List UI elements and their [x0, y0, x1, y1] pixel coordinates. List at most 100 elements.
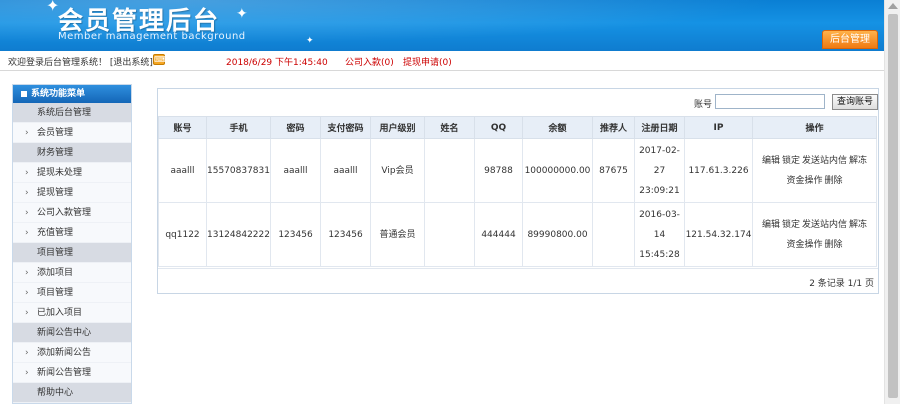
- cell-pay-password: 123456: [320, 202, 371, 267]
- cell-ip: 121.54.32.174: [684, 202, 753, 267]
- sidebar-item-member-management[interactable]: › 会员管理: [13, 123, 131, 143]
- cell-reg-date: 2016-03- 14 15:45:28: [634, 202, 685, 267]
- search-bar: 账号 查询账号: [158, 89, 878, 115]
- table-header-row: 账号 手机 密码 支付密码 用户级别 姓名 QQ 余额 推荐人 注册日期 IP …: [158, 116, 877, 139]
- pagination-bar: 2 条记录 1/1 页: [158, 268, 878, 294]
- sidebar-item-withdraw-management[interactable]: › 提现管理: [13, 183, 131, 203]
- column-header: IP: [684, 116, 753, 139]
- sidebar-item-project-management[interactable]: › 项目管理: [13, 283, 131, 303]
- sidebar-menu: 系统功能菜单 系统后台管理 › 会员管理 财务管理 › 提现未处理 › 提现管理 › 公…: [12, 84, 132, 404]
- sidebar-item-news-management[interactable]: › 新闻公告管理: [13, 363, 131, 383]
- star-icon: ✦: [306, 36, 314, 46]
- record-count: 2 条记录 1/1 页: [809, 279, 874, 289]
- cell-actions: 编辑 锁定 发送站内信 解冻 资金操作 删除: [752, 138, 877, 203]
- current-datetime: 2018/6/29 下午1:45:40: [226, 58, 328, 68]
- page-root: { "header": { "title": "会员管理后台", "subtit…: [0, 0, 900, 404]
- admin-button[interactable]: 后台管理: [822, 30, 878, 49]
- sidebar-section-project[interactable]: 项目管理: [13, 243, 131, 263]
- reg-date-part: 23:09:21: [639, 185, 680, 196]
- cell-phone: 15570837831: [206, 138, 271, 203]
- send-message-link[interactable]: 发送站内信: [802, 156, 847, 166]
- sidebar-item-joined-projects[interactable]: › 已加入项目: [13, 303, 131, 323]
- cell-password: aaalll: [270, 138, 321, 203]
- sidebar-section-finance[interactable]: 财务管理: [13, 143, 131, 163]
- cell-reg-date: 2017-02- 27 23:09:21: [634, 138, 685, 203]
- delete-link[interactable]: 删除: [825, 240, 843, 250]
- column-header: 手机: [206, 116, 271, 139]
- sidebar-item-company-deposit[interactable]: › 公司入款管理: [13, 203, 131, 223]
- reg-date-part: 14: [653, 229, 666, 240]
- table-row: qq1122 13124842222 123456 123456 普通会员 44…: [158, 202, 877, 267]
- funds-operation-link[interactable]: 资金操作: [786, 240, 822, 250]
- keyboard-icon[interactable]: ⌨: [153, 54, 166, 65]
- company-deposit-link[interactable]: 公司入款(0): [345, 55, 394, 68]
- sidebar-section-help[interactable]: 帮助中心: [13, 383, 131, 403]
- cell-level: 普通会员: [370, 202, 425, 267]
- square-icon: [21, 90, 27, 97]
- lock-link[interactable]: 锁定: [782, 156, 800, 166]
- reg-date-part: 2017-02-: [639, 145, 680, 156]
- chevron-right-icon: ›: [25, 308, 29, 318]
- chevron-right-icon: ›: [25, 288, 29, 298]
- member-table: 账号 手机 密码 支付密码 用户级别 姓名 QQ 余额 推荐人 注册日期 IP …: [158, 116, 877, 267]
- cell-password: 123456: [270, 202, 321, 267]
- chevron-right-icon: ›: [25, 268, 29, 278]
- edit-link[interactable]: 编辑: [762, 220, 780, 230]
- column-header: 余额: [522, 116, 593, 139]
- welcome-logout-text[interactable]: 欢迎登录后台管理系统！ [退出系统]: [8, 55, 153, 68]
- star-icon: ✦: [236, 6, 248, 22]
- cell-name: [424, 202, 475, 267]
- column-header: 账号: [158, 116, 207, 139]
- funds-operation-link[interactable]: 资金操作: [786, 176, 822, 186]
- cell-balance: 100000000.00: [522, 138, 593, 203]
- delete-link[interactable]: 删除: [825, 176, 843, 186]
- reg-date-part: 27: [653, 165, 666, 176]
- chevron-right-icon: ›: [25, 188, 29, 198]
- header-banner: ✦ ✦ ✦ 会员管理后台 Member management backgroun…: [0, 0, 884, 51]
- cell-referrer: 87675: [592, 138, 635, 203]
- cell-account: qq1122: [158, 202, 207, 267]
- chevron-right-icon: ›: [25, 208, 29, 218]
- scrollbar-thumb[interactable]: [888, 14, 898, 398]
- cell-phone: 13124842222: [206, 202, 271, 267]
- chevron-right-icon: ›: [25, 228, 29, 238]
- cell-name: [424, 138, 475, 203]
- sidebar-title: 系统功能菜单: [13, 85, 131, 103]
- sidebar-section-news[interactable]: 新闻公告中心: [13, 323, 131, 343]
- unfreeze-link[interactable]: 解冻: [849, 156, 867, 166]
- member-list-panel: 账号 查询账号 账号 手机 密码 支付密码 用户级别 姓名 QQ 余额 推荐人 …: [157, 88, 879, 294]
- sidebar-item-recharge-management[interactable]: › 充值管理: [13, 223, 131, 243]
- cell-ip: 117.61.3.226: [684, 138, 753, 203]
- chevron-right-icon: ›: [25, 348, 29, 358]
- send-message-link[interactable]: 发送站内信: [802, 220, 847, 230]
- edit-link[interactable]: 编辑: [762, 156, 780, 166]
- top-status-bar: 欢迎登录后台管理系统！ [退出系统] ⌨ 2018/6/29 下午1:45:40…: [0, 51, 884, 71]
- lock-link[interactable]: 锁定: [782, 220, 800, 230]
- cell-actions: 编辑 锁定 发送站内信 解冻 资金操作 删除: [752, 202, 877, 267]
- account-search-input[interactable]: [715, 94, 825, 109]
- withdraw-request-link[interactable]: 提现申请(0): [403, 55, 452, 68]
- sidebar-item-add-news[interactable]: › 添加新闻公告: [13, 343, 131, 363]
- column-header: 姓名: [424, 116, 475, 139]
- account-search-label: 账号: [694, 100, 713, 110]
- vertical-scrollbar[interactable]: [884, 0, 900, 404]
- chevron-right-icon: ›: [25, 368, 29, 378]
- cell-account: aaalll: [158, 138, 207, 203]
- reg-date-part: 2016-03-: [639, 209, 680, 220]
- app-subtitle: Member management background: [58, 31, 246, 42]
- cell-referrer: [592, 202, 635, 267]
- search-account-button[interactable]: 查询账号: [832, 94, 878, 110]
- unfreeze-link[interactable]: 解冻: [849, 220, 867, 230]
- column-header: QQ: [474, 116, 523, 139]
- scroll-up-arrow-icon[interactable]: [888, 3, 898, 9]
- column-header: 推荐人: [592, 116, 635, 139]
- reg-date-part: 15:45:28: [639, 249, 680, 260]
- cell-balance: 89990800.00: [522, 202, 593, 267]
- column-header: 注册日期: [634, 116, 685, 139]
- sidebar-item-add-project[interactable]: › 添加项目: [13, 263, 131, 283]
- table-row: aaalll 15570837831 aaalll aaalll Vip会员 9…: [158, 138, 877, 203]
- sidebar-section-system[interactable]: 系统后台管理: [13, 103, 131, 123]
- chevron-right-icon: ›: [25, 168, 29, 178]
- sidebar-item-withdraw-pending[interactable]: › 提现未处理: [13, 163, 131, 183]
- column-header: 密码: [270, 116, 321, 139]
